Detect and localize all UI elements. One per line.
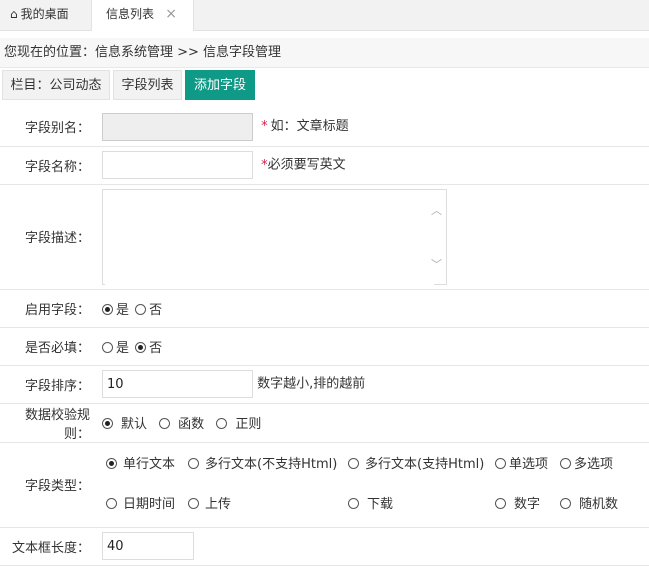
required-mark: * bbox=[261, 119, 268, 135]
enabled-label: 启用字段： bbox=[0, 289, 96, 328]
required-no-option[interactable]: 否 bbox=[135, 337, 162, 356]
radio-unselected[interactable] bbox=[495, 457, 506, 469]
validation-regex-label: 正则 bbox=[235, 417, 262, 432]
radio-unselected[interactable] bbox=[495, 497, 506, 509]
type-option-label: 多行文本(支持Html) bbox=[365, 456, 485, 472]
required-label: 是否必填： bbox=[0, 327, 96, 366]
tab-info-list-label: 信息列表 bbox=[106, 7, 155, 21]
type-option-label: 单行文本 bbox=[123, 456, 176, 472]
radio-selected[interactable] bbox=[102, 418, 113, 429]
type-option-label: 多行文本(不支持Html) bbox=[205, 456, 338, 472]
tab-home-label: 我的桌面 bbox=[20, 7, 69, 21]
radio-unselected[interactable] bbox=[348, 497, 359, 509]
breadcrumb: 您现在的位置：信息系统管理 >> 信息字段管理 bbox=[0, 38, 649, 68]
alias-hint: 如：文章标题 bbox=[270, 119, 349, 135]
validation-default-option[interactable]: 默认 bbox=[102, 413, 147, 432]
tab-home[interactable]: ⌂ 我的桌面 bbox=[0, 0, 88, 30]
description-textarea[interactable] bbox=[105, 191, 434, 286]
sort-label: 字段排序： bbox=[0, 365, 96, 404]
field-type-options: 单行文本 多行文本(不支持Html) 多行文本(支持Html) 单选项 多选项 … bbox=[104, 445, 644, 525]
row-text-length: 文本框长度： bbox=[0, 527, 649, 566]
validation-label: 数据校验规则： bbox=[0, 403, 96, 443]
row-validation: 数据校验规则： 默认 函数 正则 bbox=[0, 403, 649, 443]
required-yes-label: 是 bbox=[116, 340, 130, 356]
type-option-multi-choice[interactable]: 多选项 bbox=[560, 453, 613, 472]
name-label: 字段名称： bbox=[0, 146, 96, 185]
type-option-upload[interactable]: 上传 bbox=[188, 493, 231, 512]
radio-unselected[interactable] bbox=[560, 457, 571, 469]
radio-unselected[interactable] bbox=[188, 457, 199, 469]
description-textarea-wrap: ︿ ﹀ bbox=[102, 188, 447, 286]
validation-default-label: 默认 bbox=[121, 417, 148, 432]
type-option-label: 随机数 bbox=[579, 496, 619, 512]
row-name: 字段名称： *必须要写英文 bbox=[0, 146, 649, 185]
alias-input[interactable] bbox=[102, 112, 253, 141]
row-enabled: 启用字段： 是 否 bbox=[0, 289, 649, 328]
text-length-label: 文本框长度： bbox=[0, 527, 96, 566]
name-hint: 必须要写英文 bbox=[267, 157, 346, 173]
text-length-input[interactable] bbox=[102, 532, 194, 560]
chevron-down-icon[interactable]: ﹀ bbox=[431, 256, 442, 272]
type-option-download[interactable]: 下载 bbox=[348, 493, 393, 512]
enabled-no-option[interactable]: 否 bbox=[135, 299, 162, 318]
type-option-number[interactable]: 数字 bbox=[495, 493, 540, 512]
column-button[interactable]: 栏目：公司动态 bbox=[2, 70, 110, 100]
row-field-type: 字段类型： 单行文本 多行文本(不支持Html) 多行文本(支持Html) 单选… bbox=[0, 442, 649, 528]
alias-label: 字段别名： bbox=[0, 108, 96, 147]
radio-unselected[interactable] bbox=[106, 497, 117, 509]
home-icon: ⌂ bbox=[10, 7, 18, 21]
radio-selected[interactable] bbox=[135, 341, 147, 353]
type-option-label: 上传 bbox=[205, 496, 232, 512]
tab-info-list[interactable]: 信息列表 × bbox=[91, 0, 194, 31]
chevron-up-icon[interactable]: ︿ bbox=[431, 202, 442, 218]
type-option-multi-text-html[interactable]: 多行文本(支持Html) bbox=[348, 453, 484, 472]
enabled-yes-label: 是 bbox=[116, 302, 130, 318]
radio-unselected[interactable] bbox=[560, 497, 571, 509]
validation-regex-option[interactable]: 正则 bbox=[216, 413, 261, 432]
required-no-label: 否 bbox=[149, 340, 163, 356]
field-type-label: 字段类型： bbox=[0, 442, 96, 528]
type-option-single-text[interactable]: 单行文本 bbox=[106, 453, 175, 472]
description-label: 字段描述： bbox=[0, 184, 96, 290]
field-list-button[interactable]: 字段列表 bbox=[113, 70, 182, 100]
radio-selected[interactable] bbox=[106, 457, 117, 469]
required-yes-option[interactable]: 是 bbox=[102, 337, 129, 356]
type-option-multi-text-nohtml[interactable]: 多行文本(不支持Html) bbox=[188, 453, 337, 472]
radio-selected[interactable] bbox=[102, 303, 113, 315]
type-option-label: 单选项 bbox=[509, 456, 549, 472]
type-option-label: 多选项 bbox=[574, 456, 614, 472]
row-description: 字段描述： ︿ ﹀ bbox=[0, 184, 649, 290]
type-option-label: 下载 bbox=[367, 496, 394, 512]
row-sort: 字段排序： 数字越小,排的越前 bbox=[0, 365, 649, 404]
type-option-single-choice[interactable]: 单选项 bbox=[495, 453, 548, 472]
row-required: 是否必填： 是 否 bbox=[0, 327, 649, 366]
validation-function-option[interactable]: 函数 bbox=[159, 413, 204, 432]
sort-input[interactable] bbox=[102, 370, 253, 398]
enabled-no-label: 否 bbox=[149, 302, 163, 318]
toolbar: 栏目：公司动态 字段列表 添加字段 bbox=[0, 70, 649, 100]
enabled-yes-option[interactable]: 是 bbox=[102, 299, 129, 318]
add-field-button[interactable]: 添加字段 bbox=[185, 70, 255, 100]
radio-unselected[interactable] bbox=[216, 418, 228, 429]
radio-unselected[interactable] bbox=[188, 497, 199, 509]
radio-unselected[interactable] bbox=[135, 303, 147, 315]
sort-hint: 数字越小,排的越前 bbox=[257, 376, 366, 392]
radio-unselected[interactable] bbox=[102, 341, 113, 353]
tab-bar: ⌂ 我的桌面 信息列表 × bbox=[0, 0, 649, 31]
type-option-label: 数字 bbox=[514, 496, 541, 512]
field-form: 字段别名： * 如：文章标题 字段名称： *必须要写英文 字段描述： ︿ ﹀ 启用… bbox=[0, 108, 649, 566]
validation-function-label: 函数 bbox=[178, 417, 205, 432]
type-option-datetime[interactable]: 日期时间 bbox=[106, 493, 175, 512]
type-option-random[interactable]: 随机数 bbox=[560, 493, 618, 512]
row-alias: 字段别名： * 如：文章标题 bbox=[0, 108, 649, 147]
radio-unselected[interactable] bbox=[159, 418, 171, 429]
close-icon[interactable]: × bbox=[165, 0, 177, 28]
radio-unselected[interactable] bbox=[348, 457, 359, 469]
name-input[interactable] bbox=[102, 151, 253, 179]
type-option-label: 日期时间 bbox=[123, 496, 176, 512]
